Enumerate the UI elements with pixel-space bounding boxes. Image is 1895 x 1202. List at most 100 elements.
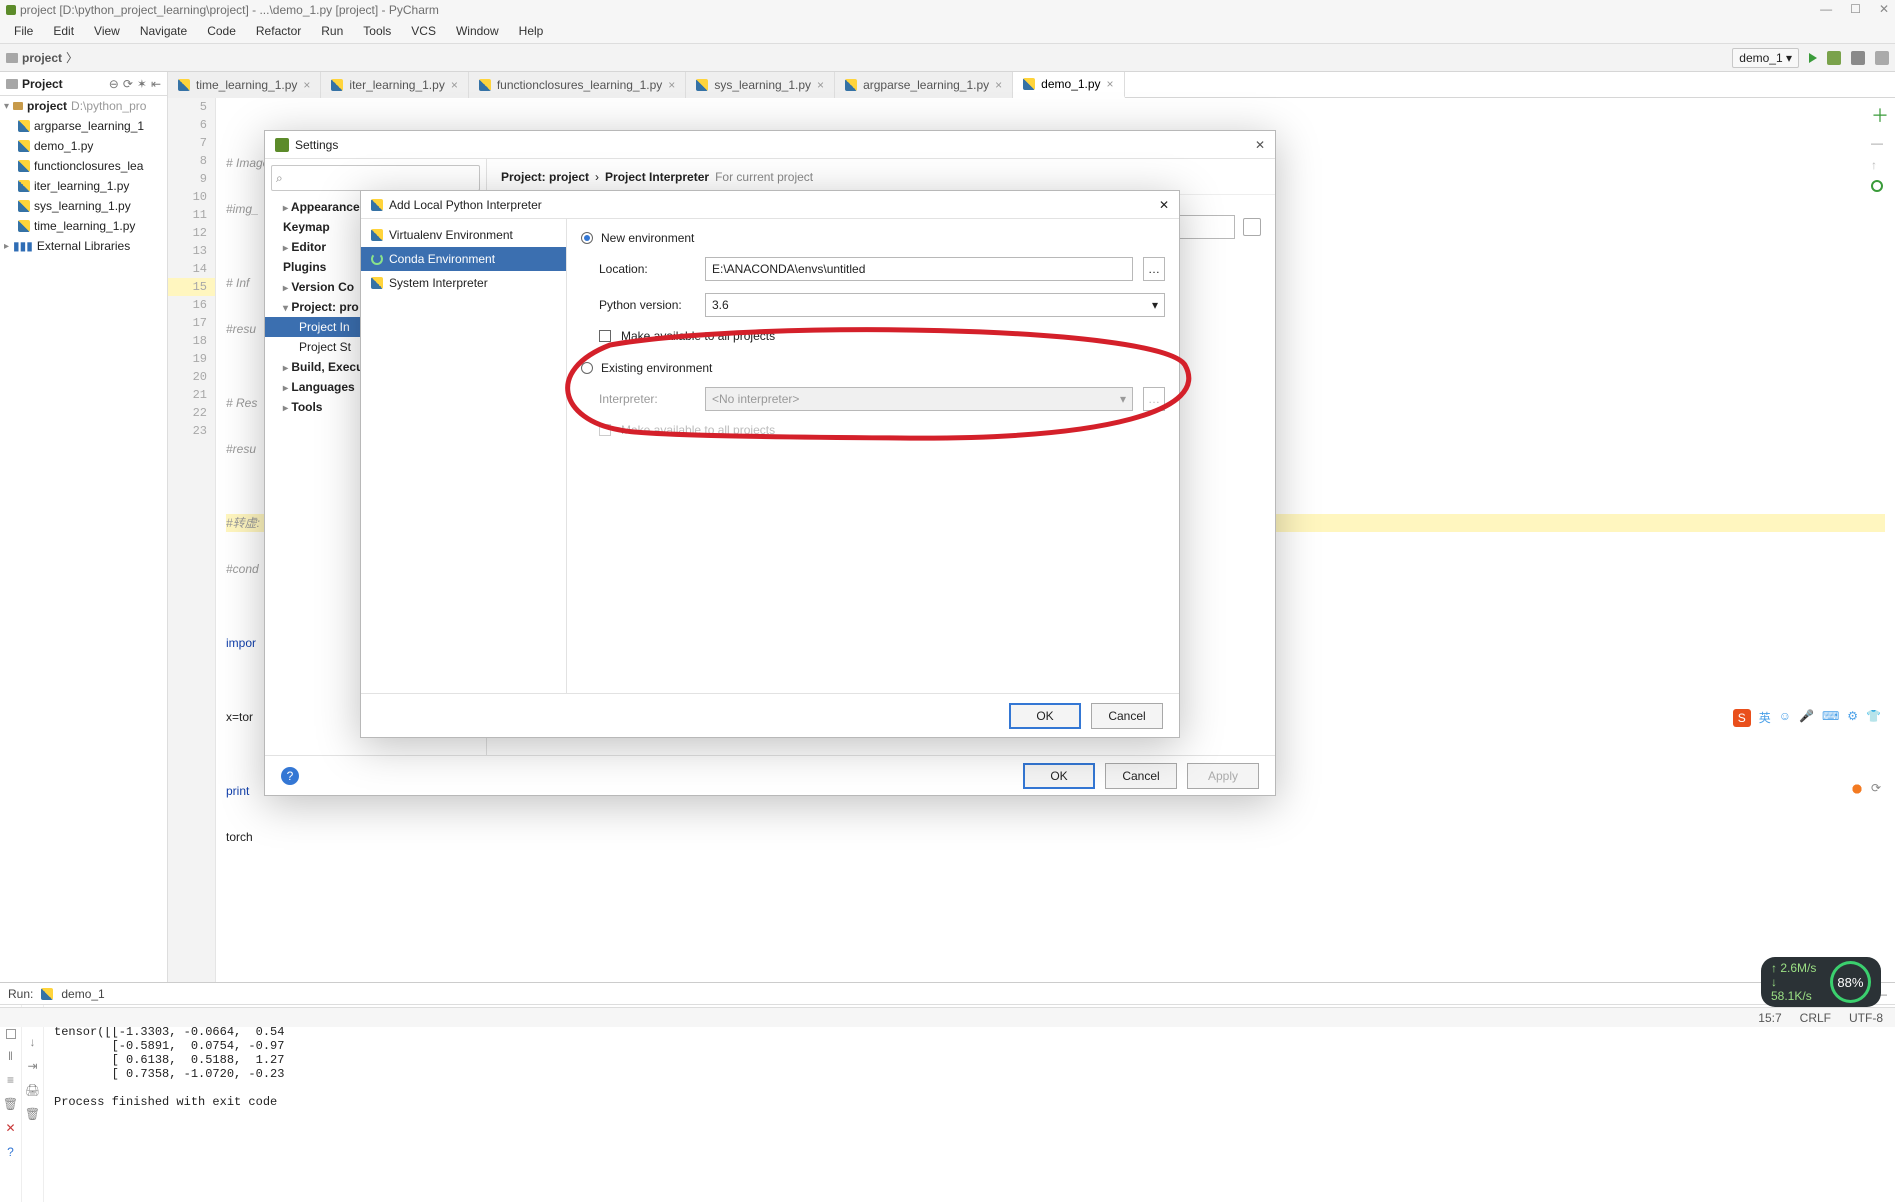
- menu-help[interactable]: Help: [511, 20, 552, 43]
- tree-file[interactable]: sys_learning_1.py: [0, 196, 167, 216]
- ok-button[interactable]: OK: [1009, 703, 1081, 729]
- tab[interactable]: time_learning_1.py×: [168, 72, 321, 98]
- tab[interactable]: iter_learning_1.py×: [321, 72, 468, 98]
- tab-active[interactable]: demo_1.py ×: [1013, 72, 1124, 98]
- radio-new-environment[interactable]: [581, 232, 593, 244]
- settings-node[interactable]: Build, Execu: [291, 360, 363, 374]
- settings-node[interactable]: Appearance: [291, 200, 360, 214]
- settings-crumb-project: Project: project: [501, 170, 589, 184]
- tab-label: argparse_learning_1.py: [863, 78, 989, 92]
- env-system[interactable]: System Interpreter: [361, 271, 566, 295]
- sync-icon[interactable]: ⟳: [123, 77, 133, 91]
- run-config-selector[interactable]: demo_1 ▾: [1732, 48, 1799, 68]
- tree-file[interactable]: argparse_learning_1: [0, 116, 167, 136]
- cancel-button[interactable]: Cancel: [1091, 703, 1163, 729]
- tree-file[interactable]: time_learning_1.py: [0, 216, 167, 236]
- python-icon: [18, 200, 30, 212]
- tray-icon[interactable]: [1849, 781, 1865, 797]
- project-header[interactable]: Project: [22, 77, 63, 91]
- radio-existing-environment[interactable]: [581, 362, 593, 374]
- add-button[interactable]: ＋: [1871, 102, 1889, 128]
- status-bar: 15:7 CRLF UTF-8: [0, 1007, 1895, 1027]
- close-run-button[interactable]: ✕: [5, 1121, 15, 1135]
- gear-icon[interactable]: [1243, 218, 1261, 236]
- filter-button[interactable]: [1871, 180, 1883, 192]
- collapse-icon[interactable]: ⊖: [109, 77, 119, 91]
- apply-button[interactable]: Apply: [1187, 763, 1259, 789]
- settings-node[interactable]: Editor: [291, 240, 326, 254]
- settings-node[interactable]: Languages: [291, 380, 354, 394]
- system-tray: ⟳: [1849, 781, 1881, 797]
- settings-node[interactable]: Version Co: [291, 280, 354, 294]
- hide-icon[interactable]: ⇤: [151, 77, 161, 91]
- close-icon[interactable]: ×: [451, 78, 458, 92]
- tab[interactable]: argparse_learning_1.py ×: [835, 72, 1013, 98]
- close-icon[interactable]: ×: [303, 78, 310, 92]
- tab-label: demo_1.py: [1041, 77, 1100, 91]
- chevron-right-icon[interactable]: ▸: [4, 241, 9, 252]
- ok-button[interactable]: OK: [1023, 763, 1095, 789]
- close-button[interactable]: ✕: [1879, 2, 1889, 16]
- up-button[interactable]: ↑: [1871, 158, 1889, 172]
- maximize-button[interactable]: ☐: [1850, 2, 1861, 16]
- menu-window[interactable]: Window: [448, 20, 507, 43]
- run-button[interactable]: [1809, 53, 1817, 63]
- gear-icon[interactable]: ✶: [137, 77, 147, 91]
- close-icon[interactable]: ×: [1107, 77, 1114, 91]
- tab-label: sys_learning_1.py: [714, 78, 811, 92]
- cancel-button[interactable]: Cancel: [1105, 763, 1177, 789]
- file-encoding[interactable]: UTF-8: [1849, 1011, 1883, 1025]
- breadcrumb[interactable]: project 〉: [6, 49, 78, 66]
- debug-button[interactable]: [1827, 51, 1841, 65]
- settings-node[interactable]: Project: pro: [291, 300, 358, 314]
- menu-edit[interactable]: Edit: [45, 20, 82, 43]
- menu-view[interactable]: View: [86, 20, 128, 43]
- menu-file[interactable]: File: [6, 20, 41, 43]
- menu-vcs[interactable]: VCS: [403, 20, 444, 43]
- minimize-button[interactable]: —: [1820, 2, 1832, 16]
- location-input[interactable]: E:\ANACONDA\envs\untitled: [705, 257, 1133, 281]
- pyversion-dropdown[interactable]: 3.6▾: [705, 293, 1165, 317]
- close-icon[interactable]: ✕: [1159, 198, 1169, 212]
- external-libraries[interactable]: External Libraries: [37, 239, 130, 253]
- tree-root[interactable]: project: [27, 99, 67, 113]
- folder-icon: [6, 53, 18, 63]
- make-available-checkbox[interactable]: [599, 330, 611, 342]
- settings-node[interactable]: Tools: [291, 400, 322, 414]
- browse-button[interactable]: …: [1143, 257, 1165, 281]
- close-icon[interactable]: ×: [668, 78, 675, 92]
- tree-file[interactable]: iter_learning_1.py: [0, 176, 167, 196]
- menu-code[interactable]: Code: [199, 20, 244, 43]
- help-icon[interactable]: ?: [281, 767, 299, 785]
- line-separator[interactable]: CRLF: [1800, 1011, 1831, 1025]
- stop-button[interactable]: [6, 1029, 16, 1039]
- download-speed: 58.1K/s: [1771, 989, 1812, 1003]
- tab[interactable]: functionclosures_learning_1.py×: [469, 72, 686, 98]
- chevron-down-icon[interactable]: ▾: [4, 101, 9, 112]
- close-icon[interactable]: ×: [995, 78, 1002, 92]
- tree-file[interactable]: functionclosures_lea: [0, 156, 167, 176]
- python-icon: [18, 180, 30, 192]
- menu-tools[interactable]: Tools: [355, 20, 399, 43]
- menu-refactor[interactable]: Refactor: [248, 20, 309, 43]
- location-label: Location:: [599, 262, 695, 276]
- caret-position[interactable]: 15:7: [1758, 1011, 1781, 1025]
- close-icon[interactable]: ✕: [1255, 138, 1265, 152]
- close-icon[interactable]: ×: [817, 78, 824, 92]
- menu-run[interactable]: Run: [313, 20, 351, 43]
- tree-file[interactable]: demo_1.py: [0, 136, 167, 156]
- run-output[interactable]: E:\ANACONDA\envs\pytorch\python. tensor(…: [44, 1005, 1895, 1202]
- folder-icon: [6, 79, 18, 89]
- env-conda-selected[interactable]: Conda Environment: [361, 247, 566, 271]
- env-virtualenv[interactable]: Virtualenv Environment: [361, 223, 566, 247]
- menu-navigate[interactable]: Navigate: [132, 20, 195, 43]
- tab[interactable]: sys_learning_1.py ×: [686, 72, 835, 98]
- gutter: 567891011121314151617181920212223: [168, 98, 216, 982]
- python-icon: [696, 79, 708, 91]
- settings-search[interactable]: ⌕: [271, 165, 480, 191]
- more-button[interactable]: [1851, 51, 1865, 65]
- python-icon: [18, 140, 30, 152]
- minus-button[interactable]: —: [1871, 136, 1889, 150]
- search-everywhere-button[interactable]: [1875, 51, 1889, 65]
- sogou-icon[interactable]: S: [1733, 709, 1751, 727]
